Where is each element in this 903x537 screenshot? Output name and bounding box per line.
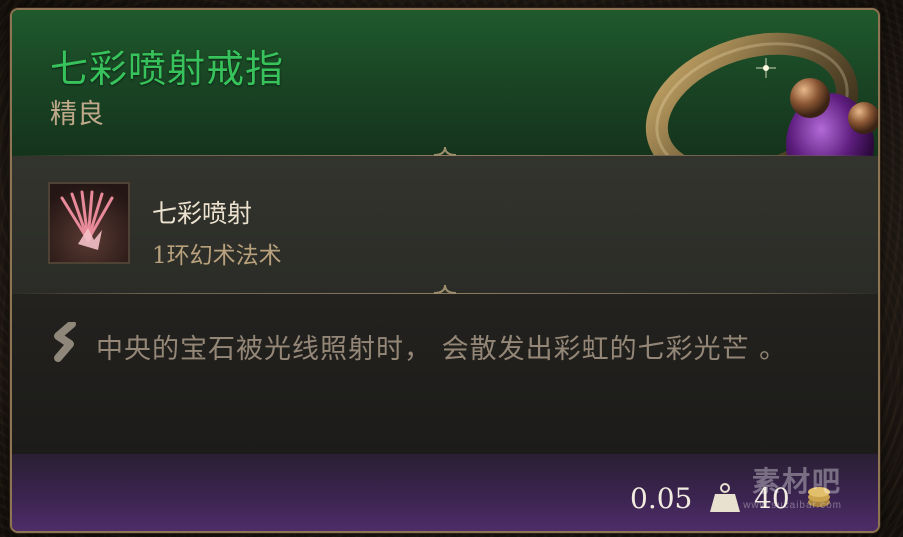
- spell-level-school: 1环幻术法术: [152, 243, 282, 269]
- weight-icon: [710, 483, 740, 512]
- watermark-text: 素材吧: [751, 466, 842, 497]
- spell-name: 七彩喷射: [152, 199, 253, 228]
- spell-section: 七彩喷射 1环幻术法术: [12, 156, 878, 294]
- tooltip-footer: 0.05 40 素材吧 www.sucaibar.com: [12, 454, 878, 531]
- item-rarity: 精良: [50, 99, 104, 130]
- item-weight: 0.05: [630, 482, 693, 515]
- description-section: 中央的宝石被光线照射时， 会散发出彩虹的七彩光芒 。: [12, 294, 878, 454]
- watermark: 素材吧 www.sucaibar.com: [743, 460, 842, 511]
- item-name: 七彩喷射戒指: [50, 47, 285, 91]
- watermark-url: www.sucaibar.com: [743, 500, 842, 511]
- prismatic-spray-icon[interactable]: [48, 182, 130, 264]
- quote-icon: [54, 322, 76, 362]
- item-tooltip: 七彩喷射戒指 精良 七彩喷射 1环幻术法术 中央的宝石被光线照射时， 会散发出彩…: [10, 8, 880, 533]
- tooltip-header: 七彩喷射戒指 精良: [12, 10, 878, 203]
- item-description: 中央的宝石被光线照射时， 会散发出彩虹的七彩光芒 。: [96, 334, 788, 365]
